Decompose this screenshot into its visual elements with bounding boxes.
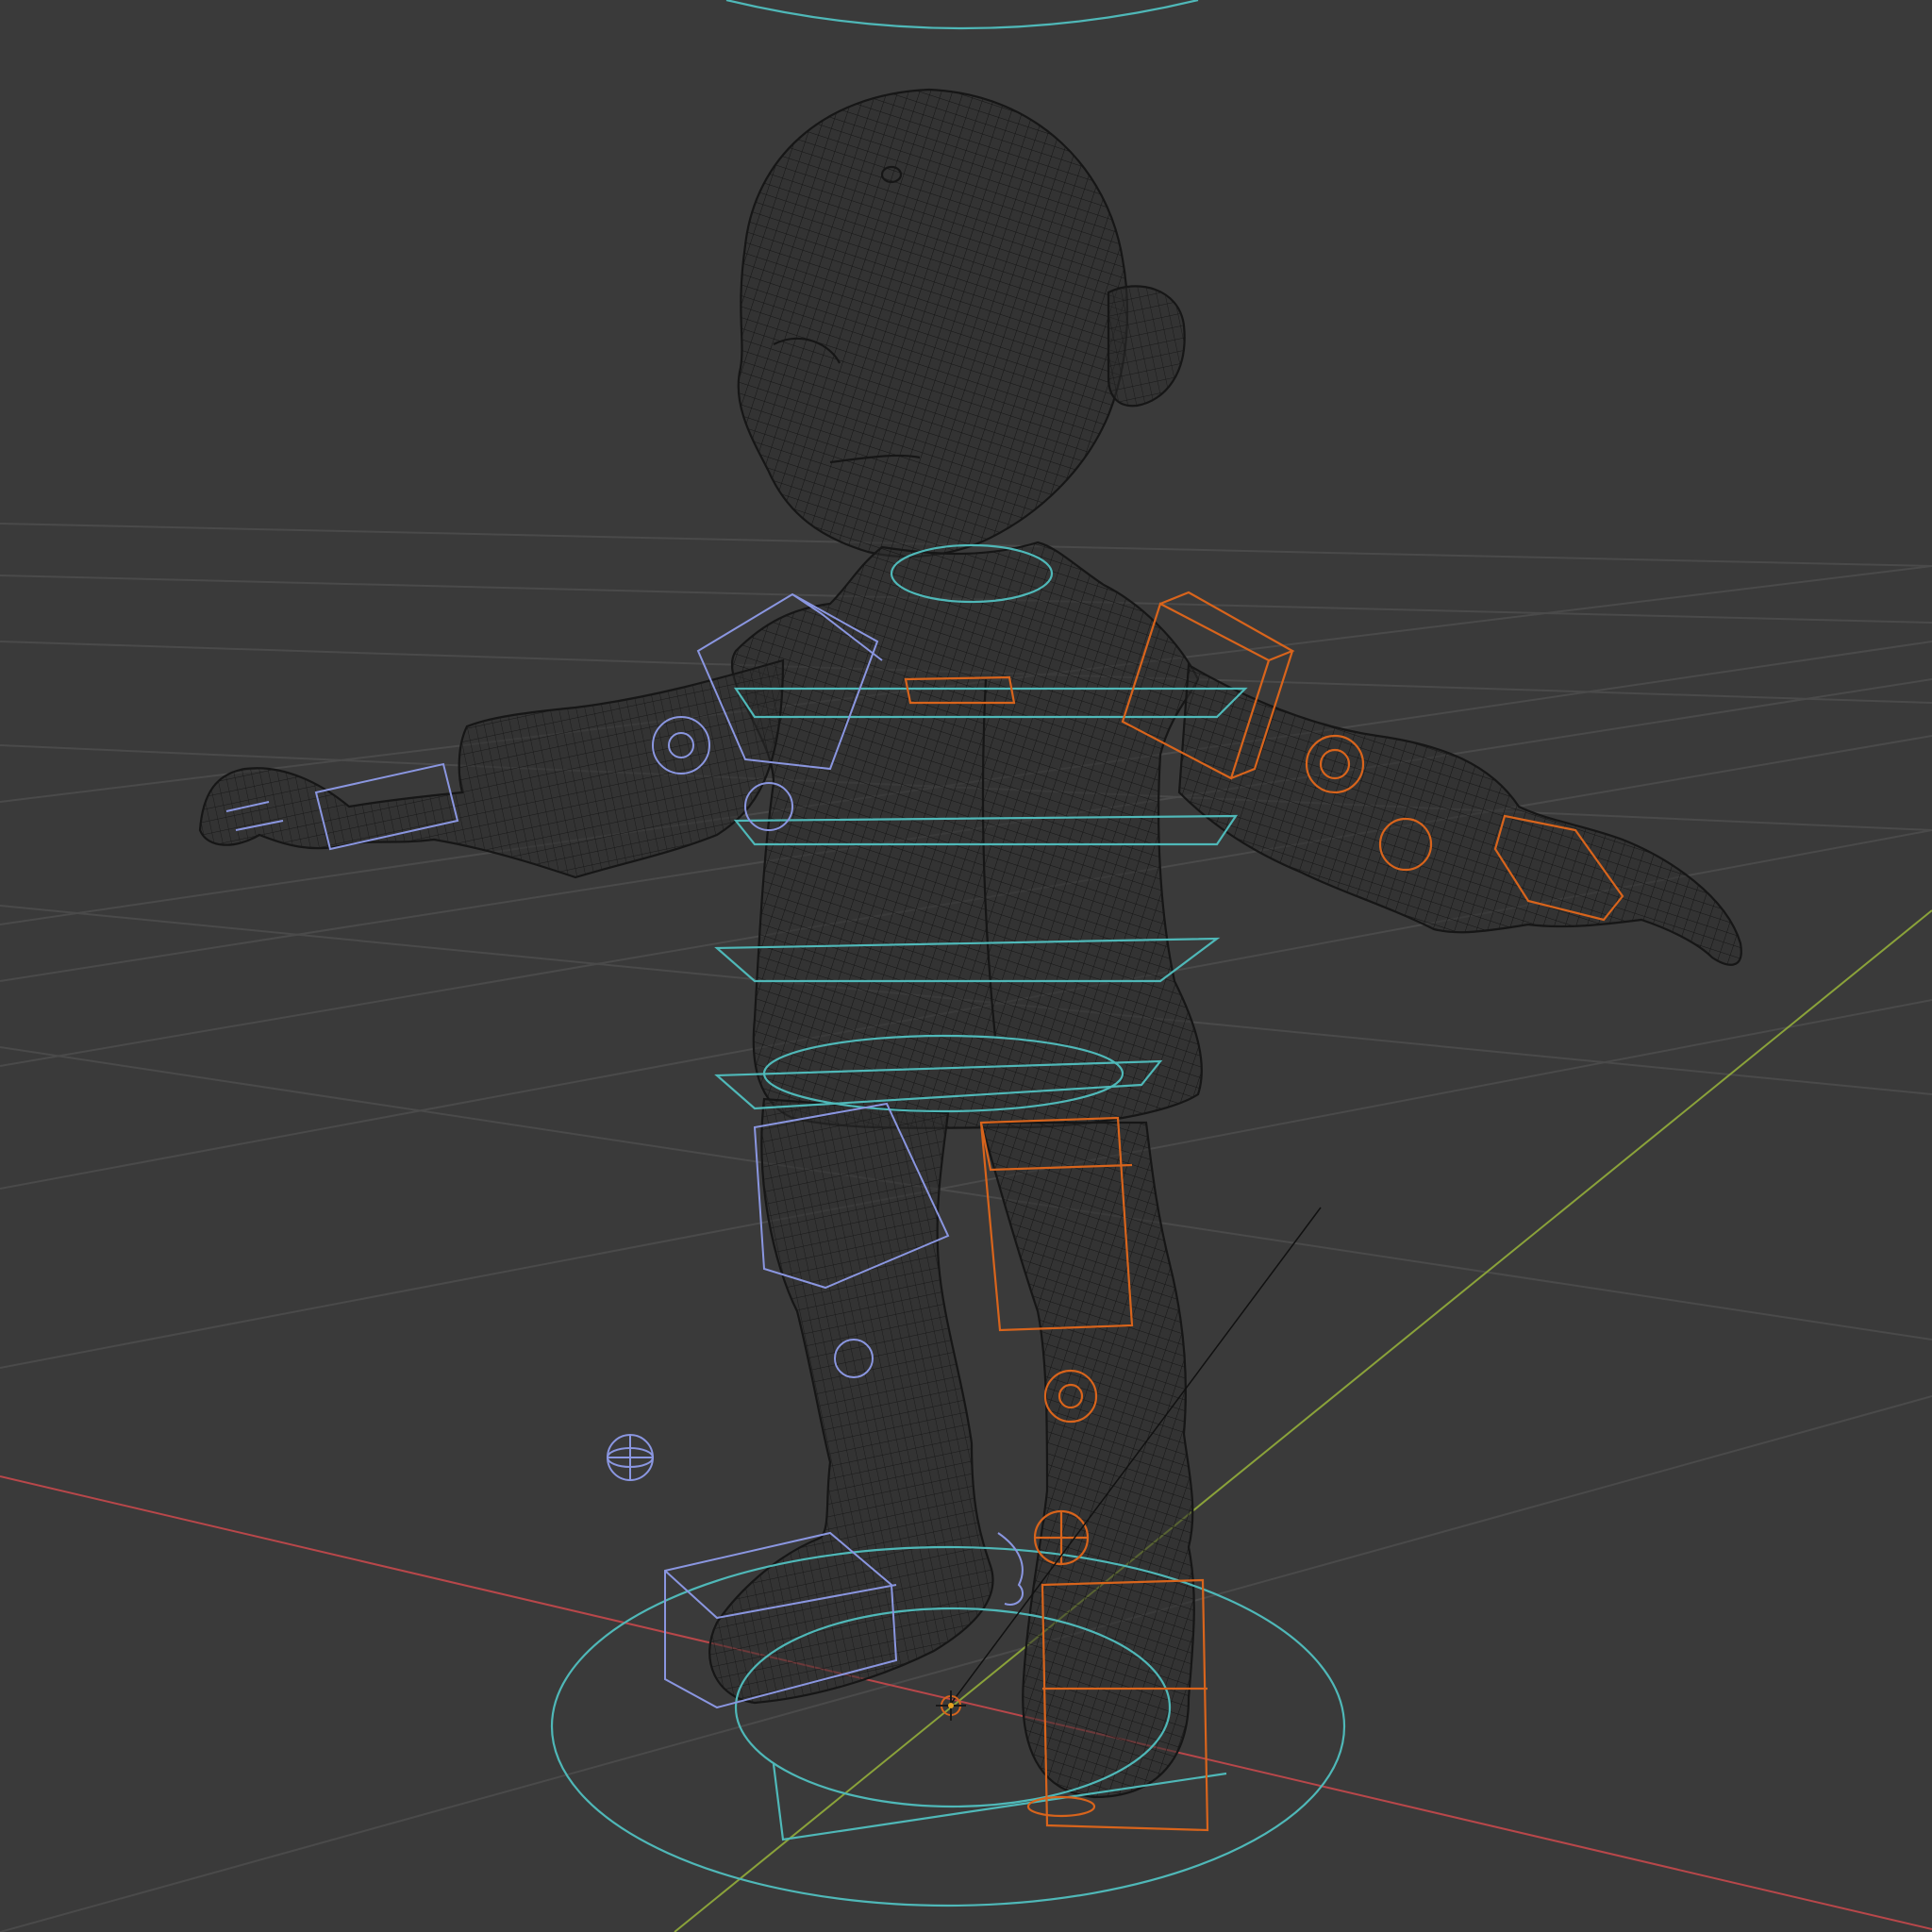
3d-viewport[interactable] <box>0 0 1932 1932</box>
top-circle-control[interactable] <box>725 0 1199 30</box>
viewport-canvas[interactable] <box>0 0 1932 1932</box>
